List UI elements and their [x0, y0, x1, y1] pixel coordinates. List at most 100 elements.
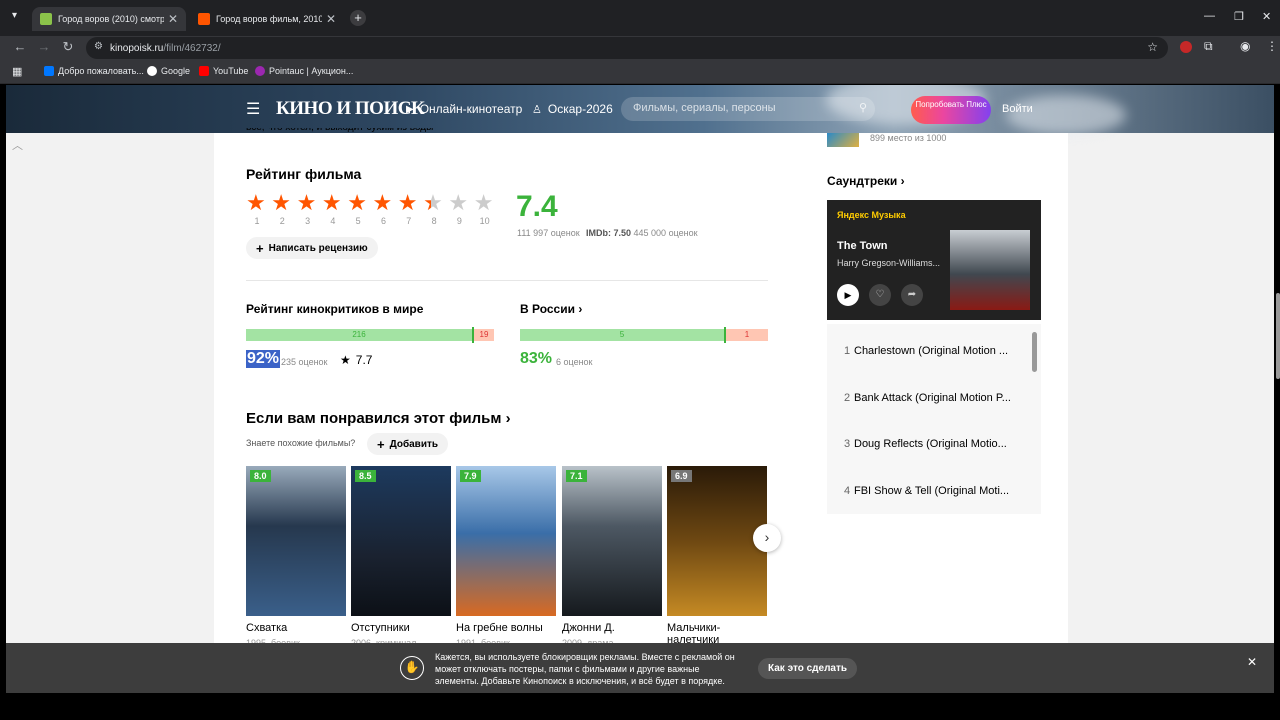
browser-tab-active[interactable]: Город воров (2010) смотреть ✕	[32, 7, 186, 31]
login-link[interactable]: Войти	[1002, 103, 1033, 115]
reload-icon[interactable]: ↻	[59, 39, 77, 55]
poster-public-enemies[interactable]: 7.1	[562, 466, 662, 616]
search-icon[interactable]: ⚲	[859, 101, 867, 114]
top-place-text: 899 место из 1000	[870, 133, 947, 143]
critics-russia-negative: 1	[744, 330, 750, 339]
search-input[interactable]: Фильмы, сериалы, персоны ⚲	[621, 97, 875, 121]
rating-badge: 8.0	[250, 470, 271, 482]
track-item[interactable]: 1 Charlestown (Original Motion ...	[832, 345, 1032, 357]
chevron-right-icon: ›	[505, 410, 511, 427]
write-review-button[interactable]: + Написать рецензию	[246, 237, 378, 259]
extensions-puzzle-icon[interactable]: ⧉	[1204, 39, 1213, 54]
bookmark-pointauc[interactable]: Pointauc | Аукцион...	[255, 66, 353, 76]
rating-star[interactable]: ★	[373, 192, 393, 214]
browser-tab[interactable]: Город воров фильм, 2010, дата ✕	[190, 7, 344, 31]
url-path: /film/462732/	[163, 42, 221, 54]
plus-icon: +	[377, 436, 385, 452]
bookmarks-bar: ▦ Добро пожаловать... Google YouTube Poi…	[0, 60, 1280, 84]
url-host: kinopoisk.ru	[110, 42, 164, 54]
rating-star-number: 9	[456, 216, 462, 226]
track-item[interactable]: 3 Doug Reflects (Original Motio...	[832, 438, 1032, 450]
address-bar-row: ← → ↻ ⚙ kinopoisk.ru/film/462732/ ☆ ⧉ ◉ …	[0, 36, 1280, 60]
rating-star-number: 7	[406, 216, 412, 226]
tracklist-scrollbar[interactable]	[1032, 332, 1037, 372]
back-icon[interactable]: ←	[11, 39, 29, 54]
add-similar-button[interactable]: + Добавить	[367, 433, 449, 455]
rating-star[interactable]: ★	[271, 192, 291, 214]
close-window-icon[interactable]: ✕	[1262, 10, 1271, 23]
new-tab-button[interactable]: +	[350, 10, 366, 26]
rating-badge: 7.9	[460, 470, 481, 482]
how-to-button[interactable]: Как это сделать	[758, 658, 858, 679]
track-name: Bank Attack (Original Motion P...	[854, 392, 1011, 404]
imdb-rating: IMDb: 7.50 445 000 оценок	[586, 228, 698, 238]
site-info-icon[interactable]: ⚙	[94, 41, 103, 52]
similar-title[interactable]: Если вам понравился этот фильм ›	[246, 410, 511, 427]
rating-star-number: 8	[431, 216, 437, 226]
rating-star[interactable]: ★	[423, 192, 443, 214]
critics-world-title[interactable]: Рейтинг кинокритиков в мире	[246, 302, 423, 316]
rating-star[interactable]: ★	[246, 192, 266, 214]
site-logo[interactable]: КИНО И ПОИСК	[276, 98, 425, 120]
similar-question: Знаете похожие фильмы?	[246, 438, 356, 448]
chevron-right-icon: ›	[578, 302, 583, 316]
critics-russia-title[interactable]: В России ›	[520, 302, 582, 316]
restore-icon[interactable]: ❐	[1234, 10, 1244, 23]
forward-icon[interactable]: →	[35, 39, 53, 54]
bookmark-label: Google	[161, 66, 191, 76]
play-button[interactable]: ▶	[837, 284, 859, 306]
header-cloud-decoration	[1006, 95, 1126, 135]
nav-oscar[interactable]: ♙ Оскар-2026	[532, 102, 613, 116]
rating-star[interactable]: ★	[297, 192, 317, 214]
bookmark-google[interactable]: Google	[147, 66, 190, 76]
album-artist: Harry Gregson-Williams...	[837, 258, 941, 268]
carousel-next-button[interactable]: ›	[753, 524, 781, 552]
rating-votes: 111 997 оценок	[517, 228, 580, 238]
movie-title[interactable]: Схватка	[246, 622, 287, 634]
bookmark-vk[interactable]: Добро пожаловать...	[44, 66, 144, 76]
page-scrollbar[interactable]	[1276, 293, 1280, 379]
music-player-card[interactable]: Яндекс Музыка The Town Harry Gregson-Wil…	[827, 200, 1041, 320]
poster-point-break[interactable]: 7.9	[456, 466, 556, 616]
bookmark-star-icon[interactable]: ☆	[1147, 40, 1158, 54]
tab-list-icon[interactable]: ▾	[12, 10, 17, 21]
nav-online-cinema[interactable]: ▶ Онлайн-кинотеатр	[406, 102, 522, 116]
track-number: 2	[844, 392, 851, 404]
menu-kebab-icon[interactable]: ⋮	[1266, 39, 1278, 53]
poster-departed[interactable]: 8.5	[351, 466, 451, 616]
adblock-notice: ✋ Кажется, вы используете блокировщик ре…	[6, 643, 1274, 693]
critics-russia-label: В России	[520, 302, 575, 316]
scroll-up-chevron-icon[interactable]: ︿	[12, 137, 23, 153]
close-tab-icon[interactable]: ✕	[168, 12, 178, 26]
rating-star[interactable]: ★	[322, 192, 342, 214]
url-input[interactable]: ⚙ kinopoisk.ru/film/462732/ ☆	[86, 37, 1168, 59]
profile-icon[interactable]: ◉	[1240, 39, 1250, 53]
critics-world-avg-value: 7.7	[355, 353, 373, 367]
soundtracks-title[interactable]: Саундтреки ›	[827, 174, 905, 188]
track-name: FBI Show & Tell (Original Moti...	[854, 485, 1010, 497]
minimize-icon[interactable]: —	[1204, 10, 1215, 22]
bookmark-youtube[interactable]: YouTube	[199, 66, 248, 76]
track-item[interactable]: 2 Bank Attack (Original Motion P...	[832, 392, 1032, 404]
close-tab-icon[interactable]: ✕	[326, 12, 336, 26]
rating-star[interactable]: ★	[448, 192, 468, 214]
rating-star[interactable]: ★	[398, 192, 418, 214]
movie-title[interactable]: На гребне волны	[456, 622, 543, 634]
rating-star[interactable]: ★	[347, 192, 367, 214]
extension-icon[interactable]	[1180, 41, 1192, 53]
poster-takers[interactable]: 6.9	[667, 466, 767, 616]
movie-title[interactable]: Отступники	[351, 622, 410, 634]
share-icon[interactable]: ➦	[901, 284, 923, 306]
like-heart-icon[interactable]: ♡	[869, 284, 891, 306]
try-plus-button[interactable]: Попробовать Плюс	[911, 96, 991, 124]
hamburger-menu-icon[interactable]: ☰	[246, 99, 260, 119]
top-list-thumbnail[interactable]	[827, 133, 859, 147]
rating-badge: 7.1	[566, 470, 587, 482]
movie-title[interactable]: Джонни Д.	[562, 622, 615, 634]
rating-star[interactable]: ★	[474, 192, 494, 214]
apps-grid-icon[interactable]: ▦	[12, 65, 22, 78]
close-icon[interactable]: ✕	[1247, 655, 1257, 669]
track-item[interactable]: 4 FBI Show & Tell (Original Moti...	[832, 485, 1032, 497]
poster-heat[interactable]: 8.0	[246, 466, 346, 616]
chevron-right-icon: ›	[900, 174, 905, 188]
